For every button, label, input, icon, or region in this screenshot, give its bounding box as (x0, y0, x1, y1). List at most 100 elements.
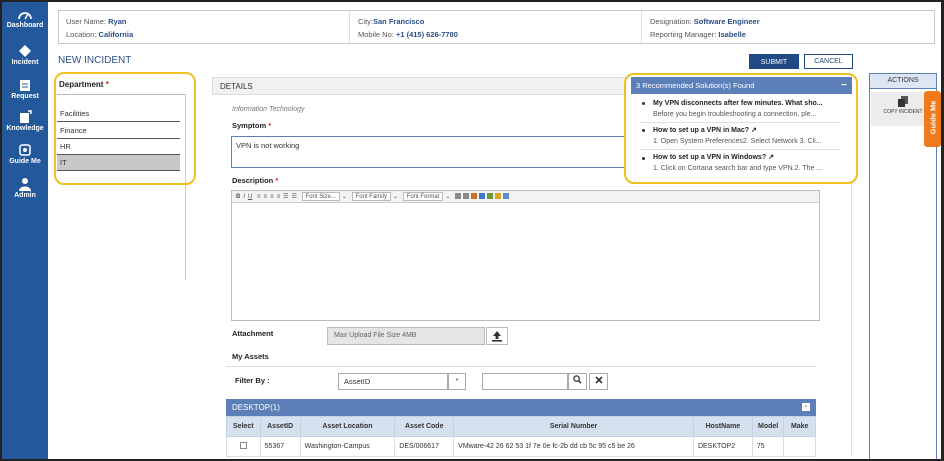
underline-button[interactable]: U (248, 191, 252, 202)
mobile-value: +1 (415) 626-7780 (395, 30, 458, 39)
nav-knowledge[interactable]: Knowledge (2, 110, 48, 132)
column-header[interactable]: HostName (692, 416, 753, 437)
nav-incident[interactable]: Incident (2, 44, 48, 66)
indent-icon[interactable] (455, 193, 462, 200)
recommendation-item[interactable]: My VPN disconnects after few minutes. Wh… (653, 98, 853, 120)
location-value: California (98, 30, 134, 39)
recommendation-desc: 1. Click on Cortana search bar and type … (653, 165, 823, 172)
select-cell[interactable] (226, 436, 261, 457)
nav-admin[interactable]: Admin (2, 177, 48, 199)
collapse-icon[interactable]: − (841, 77, 847, 94)
description-label-text: Description (232, 176, 274, 185)
symptom-label-text: Symptom (232, 121, 267, 130)
font-size-select[interactable]: Font Size... (301, 192, 340, 201)
recommendation-title[interactable]: How to set up a VPN in Mac? (653, 127, 749, 134)
divider (349, 11, 350, 43)
column-header[interactable]: Model (751, 416, 785, 437)
designation-label: Designation: (650, 17, 692, 26)
left-nav: Dashboard Incident Request Knowledge Gui… (2, 2, 48, 459)
nav-incident-label: Incident (11, 59, 39, 66)
chevron-down-icon: ⌄ (341, 194, 347, 200)
required-marker: * (275, 176, 279, 185)
nav-request-label: Request (11, 93, 39, 100)
user-info-left: User Name: Ryan Location: California (66, 15, 133, 41)
user-name-value: Ryan (108, 17, 127, 26)
knowledge-icon (20, 110, 32, 123)
link-icon[interactable] (479, 193, 486, 200)
submit-button[interactable]: SUBMIT (749, 54, 799, 69)
align-left-icon[interactable]: ≡ (257, 191, 261, 202)
category-text: Information Technology (232, 106, 305, 113)
align-center-icon[interactable]: ≡ (264, 191, 268, 202)
bullet-icon (642, 129, 645, 132)
nav-knowledge-label: Knowledge (6, 125, 44, 132)
my-assets-label: My Assets (232, 352, 269, 361)
nav-request[interactable]: Request (2, 78, 48, 100)
recommendation-title[interactable]: My VPN disconnects after few minutes. Wh… (653, 98, 853, 109)
font-format-select[interactable]: Font Format (402, 192, 444, 201)
upload-button[interactable] (486, 327, 508, 345)
italic-button[interactable]: I (243, 191, 245, 202)
filter-by-label: Filter By : (235, 376, 270, 385)
number-list-icon[interactable]: ☰ (291, 191, 296, 202)
divider (641, 11, 642, 43)
clear-button[interactable] (589, 373, 608, 390)
font-family-select[interactable]: Font Family (351, 192, 391, 201)
column-header[interactable]: Asset Code (394, 416, 455, 437)
description-editor[interactable]: BIU ≡ ≡ ≡ ≡ ☰ ☰ Font Size... ⌄ Font Family ⌄ Fo… (231, 190, 820, 321)
recommendation-item[interactable]: How to set up a VPN in Windows? ↗ 1. Cli… (653, 152, 853, 174)
nav-guide-me[interactable]: Guide Me (2, 143, 48, 165)
hostname-cell: DESKTOP2 (692, 436, 753, 457)
user-info-right: Designation: Software Engineer Reporting… (650, 15, 760, 41)
divider (640, 149, 840, 150)
emoji-icon[interactable] (495, 193, 502, 200)
column-header[interactable]: Make (783, 416, 816, 437)
editor-toolbar: BIU ≡ ≡ ≡ ≡ ☰ ☰ Font Size... ⌄ Font Family ⌄ Fo… (232, 191, 819, 203)
symptom-label: Symptom * (232, 121, 271, 130)
description-label: Description * (232, 176, 278, 185)
outdent-icon[interactable] (463, 193, 470, 200)
image-icon[interactable] (503, 193, 510, 200)
copy-icon (898, 96, 908, 107)
guide-icon (19, 144, 31, 156)
color-icon[interactable] (471, 193, 478, 200)
code-icon[interactable] (487, 193, 494, 200)
chevron-down-icon: ⌄ (392, 194, 398, 200)
department-highlight (54, 72, 196, 185)
guide-me-tab[interactable]: Guide Me (924, 91, 941, 147)
cancel-button[interactable]: CANCEL (804, 54, 853, 69)
column-header[interactable]: AssetID (259, 416, 301, 437)
justify-icon[interactable]: ≡ (277, 191, 281, 202)
column-header[interactable]: Select (226, 416, 261, 437)
nav-dashboard[interactable]: Dashboard (2, 9, 48, 29)
external-link-icon: ↗ (768, 154, 774, 161)
file-upload-field[interactable]: Max Upload File Size 4MB (327, 327, 485, 345)
recommendation-desc: Before you begin troubleshooting a conne… (653, 111, 817, 118)
table-row[interactable]: 55367 Washington-Campus DES/006617 VMwar… (226, 436, 816, 457)
column-header[interactable]: Asset Location (299, 416, 396, 437)
align-right-icon[interactable]: ≡ (270, 191, 274, 202)
filter-select[interactable]: AssetID (338, 373, 448, 390)
asset-location-cell: Washington-Campus (299, 436, 396, 457)
symptom-input[interactable]: VPN is not working (231, 136, 631, 168)
city-value: San Francisco (373, 17, 425, 26)
search-button[interactable] (568, 373, 587, 390)
row-checkbox[interactable] (239, 442, 247, 449)
recommendation-item[interactable]: How to set up a VPN in Mac? ↗ 1. Open Sy… (653, 125, 853, 147)
asset-id-cell: 55367 (259, 436, 301, 457)
filter-select-arrow[interactable]: * (448, 373, 466, 390)
search-icon (573, 375, 582, 384)
nav-dashboard-label: Dashboard (6, 22, 44, 29)
admin-icon (19, 178, 31, 191)
filter-search-input[interactable] (482, 373, 568, 390)
bold-button[interactable]: B (236, 191, 240, 202)
guide-me-tab-label: Guide Me (928, 100, 938, 135)
column-header[interactable]: Serial Number (453, 416, 694, 437)
location-label: Location: (66, 30, 97, 39)
model-cell: 75 (751, 436, 785, 457)
recommendation-title[interactable]: How to set up a VPN in Windows? (653, 154, 766, 161)
manager-value: Isabelle (718, 30, 746, 39)
collapse-icon[interactable]: - (802, 402, 810, 411)
bullet-list-icon[interactable]: ☰ (283, 191, 288, 202)
bullet-icon (642, 157, 645, 160)
